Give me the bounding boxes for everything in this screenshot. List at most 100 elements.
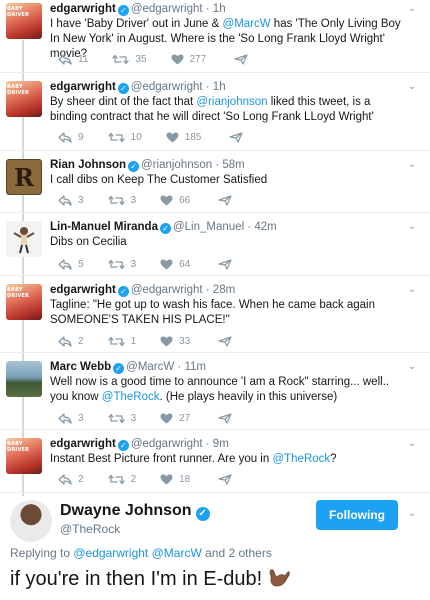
handle-time[interactable]: @edgarwright · 1h (131, 81, 226, 93)
retweet-button[interactable]: 3 (107, 412, 137, 424)
tweet[interactable]: BABY DRIVER edgarwright ✓ @edgarwright · 9… (0, 435, 430, 491)
chevron-down-icon[interactable]: ⌄ (408, 438, 416, 449)
display-name[interactable]: Rian Johnson (50, 159, 126, 171)
mention-link[interactable]: @TheRock (102, 391, 160, 403)
dm-button[interactable] (229, 131, 243, 143)
chevron-down-icon[interactable]: ⌄ (408, 508, 416, 519)
display-name[interactable]: Lin-Manuel Miranda (50, 221, 158, 233)
tweet[interactable]: R Rian Johnson ✓ @rianjohnson · 58m ⌄ I ca… (0, 156, 430, 212)
reply-icon (58, 131, 72, 143)
retweet-button[interactable]: 35 (112, 54, 147, 65)
reply-button[interactable]: 3 (58, 413, 84, 424)
dm-button[interactable] (218, 335, 232, 347)
retweet-button[interactable]: 3 (107, 259, 136, 270)
handle-time[interactable]: @edgarwright · 1h (131, 3, 226, 15)
handle-time[interactable]: @edgarwright · 28m (131, 284, 235, 296)
dm-button[interactable] (218, 194, 232, 206)
avatar[interactable]: R (6, 159, 42, 195)
chevron-down-icon[interactable]: ⌄ (408, 221, 416, 232)
tweet[interactable]: BABY DRIVER edgarwright ✓ @edgarwright · 2… (0, 281, 430, 353)
retweet-count: 3 (130, 412, 137, 424)
handle-time[interactable]: @rianjohnson · 58m (141, 159, 245, 171)
retweet-count: 2 (130, 473, 137, 485)
chevron-down-icon[interactable]: ⌄ (408, 361, 416, 372)
like-button[interactable]: 185 (166, 132, 201, 143)
mention-link[interactable]: @MarcW (152, 546, 202, 560)
display-name[interactable]: edgarwright (50, 438, 116, 450)
reply-count: 5 (78, 258, 84, 270)
chevron-down-icon[interactable]: ⌄ (408, 81, 416, 92)
reply-count: 9 (78, 131, 84, 143)
tweet[interactable]: BABY DRIVER edgarwright ✓ @edgarwright · 1… (0, 0, 430, 72)
handle-time[interactable]: @edgarwright · 9m (131, 438, 229, 450)
main-tweet-text: if you're in then I'm in E-dub! (10, 566, 290, 594)
dm-button[interactable] (218, 473, 232, 485)
like-count: 277 (189, 53, 207, 65)
reply-icon (58, 473, 72, 485)
like-icon (160, 195, 173, 206)
chevron-down-icon[interactable]: ⌄ (408, 3, 416, 14)
retweet-button[interactable]: 3 (107, 194, 137, 206)
avatar[interactable] (6, 361, 42, 397)
avatar[interactable] (6, 221, 42, 257)
retweet-icon (107, 336, 125, 347)
following-button[interactable]: Following (316, 500, 398, 530)
replying-suffix[interactable]: and 2 others (202, 546, 272, 560)
avatar[interactable] (10, 500, 52, 542)
reply-count: 3 (78, 194, 84, 206)
chevron-down-icon[interactable]: ⌄ (408, 284, 416, 295)
reply-button[interactable]: 9 (58, 132, 84, 143)
direct-message-icon (218, 258, 232, 270)
like-button[interactable]: 27 (160, 413, 190, 424)
display-name-text[interactable]: Dwayne Johnson (60, 502, 192, 519)
tweet-text-segment: Dibs on Cecilia (50, 236, 127, 248)
reply-button[interactable]: 2 (58, 336, 84, 347)
mention-link[interactable]: @rianjohnson (196, 96, 267, 108)
divider (0, 150, 430, 151)
dm-button[interactable] (218, 258, 232, 270)
tweet[interactable]: Lin-Manuel Miranda ✓ @Lin_Manuel · 42m ⌄ D… (0, 218, 430, 274)
retweet-button[interactable]: 2 (107, 473, 137, 485)
like-button[interactable]: 64 (160, 259, 190, 270)
display-name[interactable]: Dwayne Johnson ✓ (60, 502, 212, 521)
reply-button[interactable]: 2 (58, 474, 84, 485)
avatar[interactable]: BABY DRIVER (6, 284, 42, 320)
chevron-down-icon[interactable]: ⌄ (408, 159, 416, 170)
avatar[interactable]: BABY DRIVER (6, 438, 42, 474)
like-button[interactable]: 33 (160, 336, 190, 347)
like-count: 27 (179, 412, 191, 424)
retweet-count: 3 (130, 194, 137, 206)
retweet-button[interactable]: 1 (107, 336, 136, 347)
reply-button[interactable]: 11 (58, 54, 88, 65)
like-count: 18 (179, 473, 191, 485)
display-name[interactable]: edgarwright (50, 81, 116, 93)
tweet-actions: 2 2 18 (58, 472, 232, 486)
display-name[interactable]: edgarwright (50, 284, 116, 296)
mention-link[interactable]: @MarcW (223, 18, 271, 30)
handle-time[interactable]: @MarcW · 11m (126, 361, 206, 373)
dm-button[interactable] (218, 412, 232, 424)
handle[interactable]: @TheRock (60, 522, 120, 536)
like-button[interactable]: 277 (171, 53, 207, 65)
verified-badge-icon: ✓ (117, 5, 129, 16)
like-button[interactable]: 18 (160, 474, 190, 485)
tweet-actions: 9 10 185 (58, 130, 243, 144)
mention-link[interactable]: @edgarwright (73, 546, 148, 560)
tweet[interactable]: BABY DRIVER edgarwright ✓ @edgarwright · 1… (0, 78, 430, 152)
retweet-button[interactable]: 10 (107, 132, 142, 143)
like-icon (160, 336, 173, 347)
divider (0, 72, 430, 73)
tweet-actions: 5 3 64 (58, 257, 232, 271)
reply-icon (58, 335, 72, 347)
handle-time[interactable]: @Lin_Manuel · 42m (173, 221, 277, 233)
display-name[interactable]: Marc Webb (50, 361, 111, 373)
avatar[interactable]: BABY DRIVER (6, 81, 42, 117)
reply-button[interactable]: 3 (58, 195, 84, 206)
display-name[interactable]: edgarwright (50, 3, 116, 15)
mention-link[interactable]: @TheRock (272, 453, 330, 465)
tweet[interactable]: Marc Webb ✓ @MarcW · 11m ⌄ Well now is a g… (0, 358, 430, 432)
reply-button[interactable]: 5 (58, 259, 84, 270)
avatar[interactable]: BABY DRIVER (6, 3, 42, 39)
dm-button[interactable] (234, 53, 248, 65)
like-button[interactable]: 66 (160, 195, 190, 206)
